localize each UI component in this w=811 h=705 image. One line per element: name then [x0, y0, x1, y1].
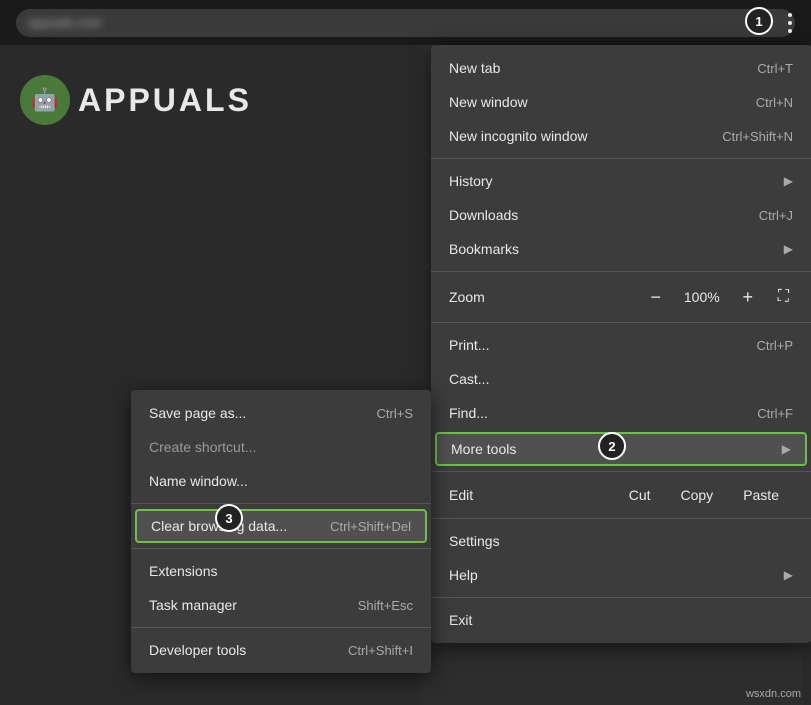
- name-window-label: Name window...: [149, 473, 413, 489]
- menu-item-downloads[interactable]: Downloads Ctrl+J: [431, 198, 811, 232]
- help-arrow: ▶: [784, 568, 793, 582]
- separator-4: [431, 471, 811, 472]
- edit-buttons: Cut Copy Paste: [615, 483, 793, 507]
- create-shortcut-label: Create shortcut...: [149, 439, 413, 455]
- bookmarks-label: Bookmarks: [449, 241, 776, 257]
- print-shortcut: Ctrl+P: [757, 338, 793, 353]
- separator-2: [431, 271, 811, 272]
- zoom-decrease-button[interactable]: −: [642, 283, 670, 311]
- edit-row: Edit Cut Copy Paste: [431, 477, 811, 513]
- sub-menu-create-shortcut[interactable]: Create shortcut...: [131, 430, 431, 464]
- separator-3: [431, 322, 811, 323]
- find-shortcut: Ctrl+F: [757, 406, 793, 421]
- sub-menu-developer-tools[interactable]: Developer tools Ctrl+Shift+I: [131, 633, 431, 667]
- menu-item-settings[interactable]: Settings: [431, 524, 811, 558]
- help-label: Help: [449, 567, 776, 583]
- address-bar[interactable]: appuals.com ★: [16, 9, 795, 37]
- address-text: appuals.com: [28, 15, 102, 30]
- sub-menu-extensions[interactable]: Extensions: [131, 554, 431, 588]
- paste-button[interactable]: Paste: [729, 483, 793, 507]
- developer-tools-label: Developer tools: [149, 642, 348, 658]
- menu-item-new-tab[interactable]: New tab Ctrl+T: [431, 51, 811, 85]
- cast-label: Cast...: [449, 371, 793, 387]
- sub-menu-save-page[interactable]: Save page as... Ctrl+S: [131, 396, 431, 430]
- history-arrow: ▶: [784, 174, 793, 188]
- incognito-label: New incognito window: [449, 128, 722, 144]
- new-window-label: New window: [449, 94, 756, 110]
- history-label: History: [449, 173, 776, 189]
- sub-menu-more-tools: Save page as... Ctrl+S Create shortcut..…: [131, 390, 431, 673]
- zoom-label: Zoom: [449, 289, 642, 305]
- separator-5: [431, 518, 811, 519]
- menu-item-find[interactable]: Find... Ctrl+F: [431, 396, 811, 430]
- developer-tools-shortcut: Ctrl+Shift+I: [348, 643, 413, 658]
- zoom-row: Zoom − 100% + ⛶: [431, 277, 811, 317]
- menu-item-cast[interactable]: Cast...: [431, 362, 811, 396]
- logo-text: APPUALS: [78, 82, 252, 119]
- sub-menu-task-manager[interactable]: Task manager Shift+Esc: [131, 588, 431, 622]
- menu-item-history[interactable]: History ▶: [431, 164, 811, 198]
- cut-button[interactable]: Cut: [615, 483, 665, 507]
- find-label: Find...: [449, 405, 757, 421]
- menu-item-help[interactable]: Help ▶: [431, 558, 811, 592]
- downloads-shortcut: Ctrl+J: [759, 208, 793, 223]
- bookmarks-arrow: ▶: [784, 242, 793, 256]
- appuals-logo: 🤖 APPUALS: [20, 75, 252, 125]
- browser-toolbar: appuals.com ★: [0, 0, 811, 45]
- menu-item-incognito[interactable]: New incognito window Ctrl+Shift+N: [431, 119, 811, 153]
- exit-label: Exit: [449, 612, 793, 628]
- badge-2: 2: [598, 432, 626, 460]
- badge-3: 3: [215, 504, 243, 532]
- three-dots-icon: [788, 13, 792, 33]
- zoom-controls: − 100% + ⛶: [642, 283, 793, 311]
- edit-label: Edit: [449, 487, 615, 503]
- downloads-label: Downloads: [449, 207, 759, 223]
- print-label: Print...: [449, 337, 757, 353]
- chrome-menu: New tab Ctrl+T New window Ctrl+N New inc…: [431, 45, 811, 643]
- clear-browsing-shortcut: Ctrl+Shift+Del: [330, 519, 411, 534]
- separator-6: [431, 597, 811, 598]
- separator-1: [431, 158, 811, 159]
- zoom-increase-button[interactable]: +: [734, 283, 762, 311]
- logo-icon: 🤖: [20, 75, 70, 125]
- menu-item-print[interactable]: Print... Ctrl+P: [431, 328, 811, 362]
- sub-separator-3: [131, 627, 431, 628]
- sub-separator-2: [131, 548, 431, 549]
- task-manager-shortcut: Shift+Esc: [358, 598, 413, 613]
- watermark: wsxdn.com: [746, 688, 801, 700]
- sub-menu-clear-browsing[interactable]: Clear browsing data... Ctrl+Shift+Del: [135, 509, 427, 543]
- settings-label: Settings: [449, 533, 793, 549]
- three-dot-menu-button[interactable]: [775, 8, 805, 38]
- badge-1: 1: [745, 7, 773, 35]
- menu-item-new-window[interactable]: New window Ctrl+N: [431, 85, 811, 119]
- save-page-label: Save page as...: [149, 405, 377, 421]
- new-tab-shortcut: Ctrl+T: [757, 61, 793, 76]
- zoom-percent: 100%: [682, 289, 722, 305]
- new-window-shortcut: Ctrl+N: [756, 95, 793, 110]
- incognito-shortcut: Ctrl+Shift+N: [722, 129, 793, 144]
- more-tools-arrow: ▶: [782, 442, 791, 456]
- task-manager-label: Task manager: [149, 597, 358, 613]
- fullscreen-icon[interactable]: ⛶: [774, 286, 793, 308]
- menu-item-exit[interactable]: Exit: [431, 603, 811, 637]
- sub-separator-1: [131, 503, 431, 504]
- menu-item-bookmarks[interactable]: Bookmarks ▶: [431, 232, 811, 266]
- copy-button[interactable]: Copy: [667, 483, 728, 507]
- extensions-label: Extensions: [149, 563, 413, 579]
- sub-menu-name-window[interactable]: Name window...: [131, 464, 431, 498]
- new-tab-label: New tab: [449, 60, 757, 76]
- save-page-shortcut: Ctrl+S: [377, 406, 413, 421]
